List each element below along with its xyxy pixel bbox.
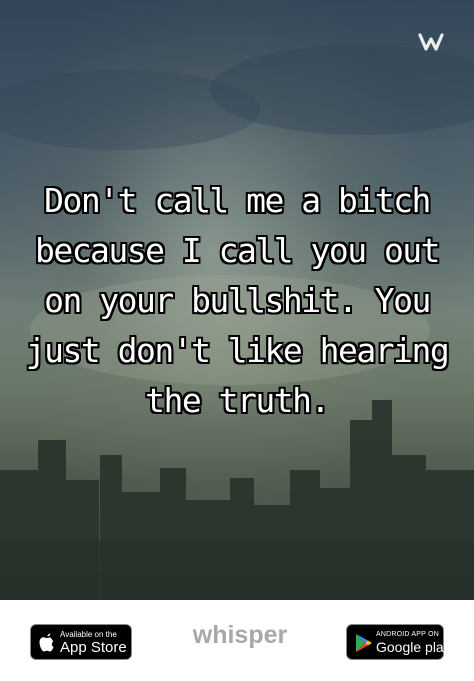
quote-text: Don't call me a bitch because I call you… [25, 181, 450, 420]
google-play-small-label: ANDROID APP ON [376, 631, 439, 638]
whisper-brand-text: whisper [192, 621, 288, 649]
footer-bar: Available on the App Store whisper ANDRO… [0, 600, 474, 681]
google-play-icon [356, 634, 372, 652]
whisper-watermark [418, 32, 456, 52]
whisper-logo-icon [418, 33, 444, 51]
google-play-label: Google play [376, 639, 451, 655]
background-photo: Don't call me a bitch because I call you… [0, 0, 474, 600]
app-store-label: App Store [60, 639, 127, 656]
app-store-badge[interactable]: Available on the App Store [30, 624, 132, 660]
apple-icon [39, 633, 54, 652]
app-store-small-label: Available on the [60, 630, 117, 639]
google-play-badge[interactable]: ANDROID APP ON Google play [346, 624, 451, 660]
whisper-card: Don't call me a bitch because I call you… [0, 0, 474, 681]
